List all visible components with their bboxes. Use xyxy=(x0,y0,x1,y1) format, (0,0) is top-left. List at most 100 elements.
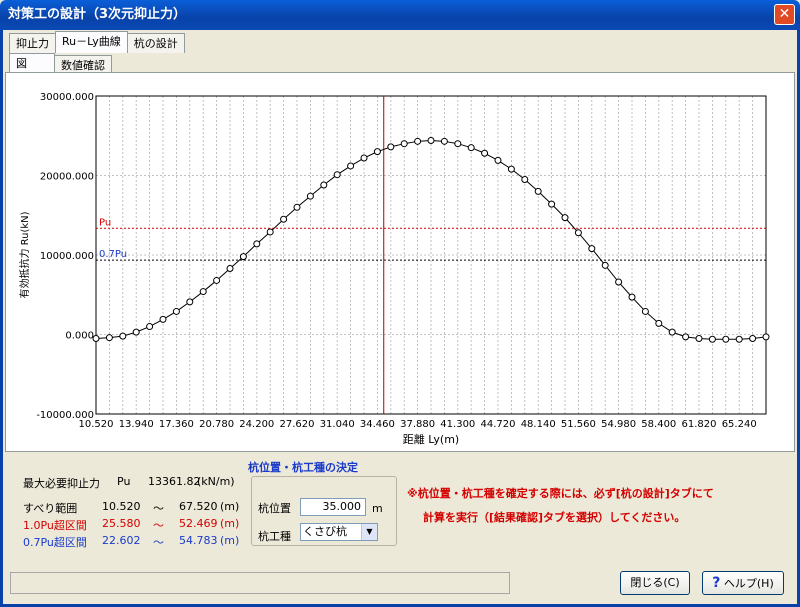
data-point xyxy=(454,140,462,148)
data-point xyxy=(427,137,435,145)
x-tick-label: 37.880 xyxy=(400,419,435,430)
slip-range-tilde: ～ xyxy=(153,502,164,515)
slip-range-to: 67.520 xyxy=(179,500,218,513)
data-point xyxy=(105,334,113,342)
status-bar xyxy=(10,572,510,594)
close-window-button[interactable]: ✕ xyxy=(774,4,795,25)
data-point xyxy=(400,140,408,148)
data-point xyxy=(373,148,381,156)
pile-position-label: 杭位置 xyxy=(258,502,291,515)
data-point xyxy=(199,288,207,296)
data-point xyxy=(588,245,596,253)
data-point xyxy=(226,265,234,273)
data-point xyxy=(561,214,569,222)
x-tick-label: 51.560 xyxy=(561,419,596,430)
data-point xyxy=(708,335,716,343)
close-button-label: 閉じる(C) xyxy=(630,576,680,589)
x-tick-label: 24.200 xyxy=(239,419,274,430)
pu10-label: 1.0Pu超区間 xyxy=(23,519,87,532)
pile-type-value: くさび杭 xyxy=(303,525,347,538)
slip-range-from: 10.520 xyxy=(102,500,141,513)
data-point xyxy=(146,323,154,331)
data-point xyxy=(360,154,368,162)
tab-suppression-force[interactable]: 抑止力 xyxy=(9,33,56,53)
x-tick-label: 65.240 xyxy=(722,419,757,430)
window-title: 対策工の設計（3次元抑止力） xyxy=(8,7,187,22)
pile-group-box: 杭位置 35.000 m 杭工種 くさび杭 ▼ xyxy=(251,476,397,546)
data-point xyxy=(521,175,529,183)
data-point xyxy=(306,192,314,200)
data-point xyxy=(467,144,475,152)
pu07-from: 22.602 xyxy=(102,534,141,547)
pile-type-select[interactable]: くさび杭 ▼ xyxy=(300,523,378,541)
y-tick-label: 0.000 xyxy=(65,331,94,342)
pu10-unit: (m) xyxy=(220,517,240,530)
data-point xyxy=(253,240,261,248)
tab-pile-design[interactable]: 杭の設計 xyxy=(126,33,185,53)
ru-ly-chart: 30000.00020000.00010000.0000.000-10000.0… xyxy=(18,92,770,446)
data-point xyxy=(507,165,515,173)
data-point xyxy=(92,334,100,342)
notice-line-1: ※杭位置・杭工種を確定する際には、必ず[杭の設計]タブにて xyxy=(407,487,714,500)
pu07-unit: (m) xyxy=(220,534,240,547)
data-point xyxy=(641,307,649,315)
data-point xyxy=(119,332,127,340)
pu10-to: 52.469 xyxy=(179,517,218,530)
x-tick-label: 10.520 xyxy=(79,419,114,430)
data-point xyxy=(280,215,288,223)
data-point xyxy=(574,229,582,237)
data-point xyxy=(293,203,301,211)
slip-range-label: すべり範囲 xyxy=(23,502,78,515)
y-tick-label: 10000.000 xyxy=(40,251,94,262)
data-point xyxy=(628,293,636,301)
data-point xyxy=(213,276,221,284)
main-tabs: 抑止力 Ru－Ly曲線 杭の設計 xyxy=(9,31,185,53)
summary-area: 最大必要抑止力 Pu 13361.82 (kN/m) すべり範囲 10.520 … xyxy=(5,455,795,560)
data-point xyxy=(172,307,180,315)
chevron-down-icon[interactable]: ▼ xyxy=(361,524,377,540)
data-point xyxy=(655,319,663,327)
help-button-label: ヘルプ(H) xyxy=(723,577,774,590)
max-required-unit: (kN/m) xyxy=(197,475,235,488)
x-tick-label: 41.300 xyxy=(440,419,475,430)
pile-position-input[interactable]: 35.000 xyxy=(300,498,366,516)
x-tick-label: 58.400 xyxy=(641,419,676,430)
data-point xyxy=(320,181,328,189)
x-tick-label: 31.040 xyxy=(320,419,355,430)
pu10-from: 25.580 xyxy=(102,517,141,530)
close-button[interactable]: 閉じる(C) xyxy=(620,571,690,595)
x-tick-label: 44.720 xyxy=(481,419,516,430)
y-tick-label: 30000.000 xyxy=(40,92,94,103)
data-point xyxy=(132,328,140,336)
data-point xyxy=(440,137,448,145)
tab-ru-ly-curve[interactable]: Ru－Ly曲線 xyxy=(55,31,128,53)
x-tick-label: 20.780 xyxy=(199,419,234,430)
data-point xyxy=(347,162,355,170)
slip-range-unit: (m) xyxy=(220,500,240,513)
data-point xyxy=(494,156,502,164)
pile-position-unit: m xyxy=(372,502,383,515)
pu07-label: 0.7Pu超区間 xyxy=(23,536,87,549)
y-tick-label: 20000.000 xyxy=(40,172,94,183)
data-point xyxy=(682,333,690,341)
data-point xyxy=(668,328,676,336)
x-tick-label: 48.140 xyxy=(521,419,556,430)
data-point xyxy=(239,253,247,261)
data-point xyxy=(601,261,609,269)
title-bar: 対策工の設計（3次元抑止力） ✕ xyxy=(0,0,800,30)
help-icon: ? xyxy=(712,575,721,591)
x-axis-label: 距離 Ly(m) xyxy=(403,432,459,446)
pile-group-title: 杭位置・杭工種の決定 xyxy=(248,461,358,474)
data-point xyxy=(387,143,395,151)
y-axis-label: 有効抵抗力 Ru(kN) xyxy=(18,211,31,298)
pile-type-label: 杭工種 xyxy=(258,530,291,543)
help-button[interactable]: ? ヘルプ(H) xyxy=(702,571,784,595)
data-point xyxy=(735,335,743,343)
max-required-value: 13361.82 xyxy=(148,475,201,488)
data-point xyxy=(749,334,757,342)
max-required-label: 最大必要抑止力 xyxy=(23,477,100,490)
pu10-tilde: ～ xyxy=(153,519,164,532)
chart-panel: 30000.000 20000.000 10000.000 0.000 -10000.0… xyxy=(5,72,795,452)
data-point xyxy=(186,298,194,306)
notice-line-2: 計算を実行（[結果確認]タブを選択）してください。 xyxy=(423,511,686,524)
